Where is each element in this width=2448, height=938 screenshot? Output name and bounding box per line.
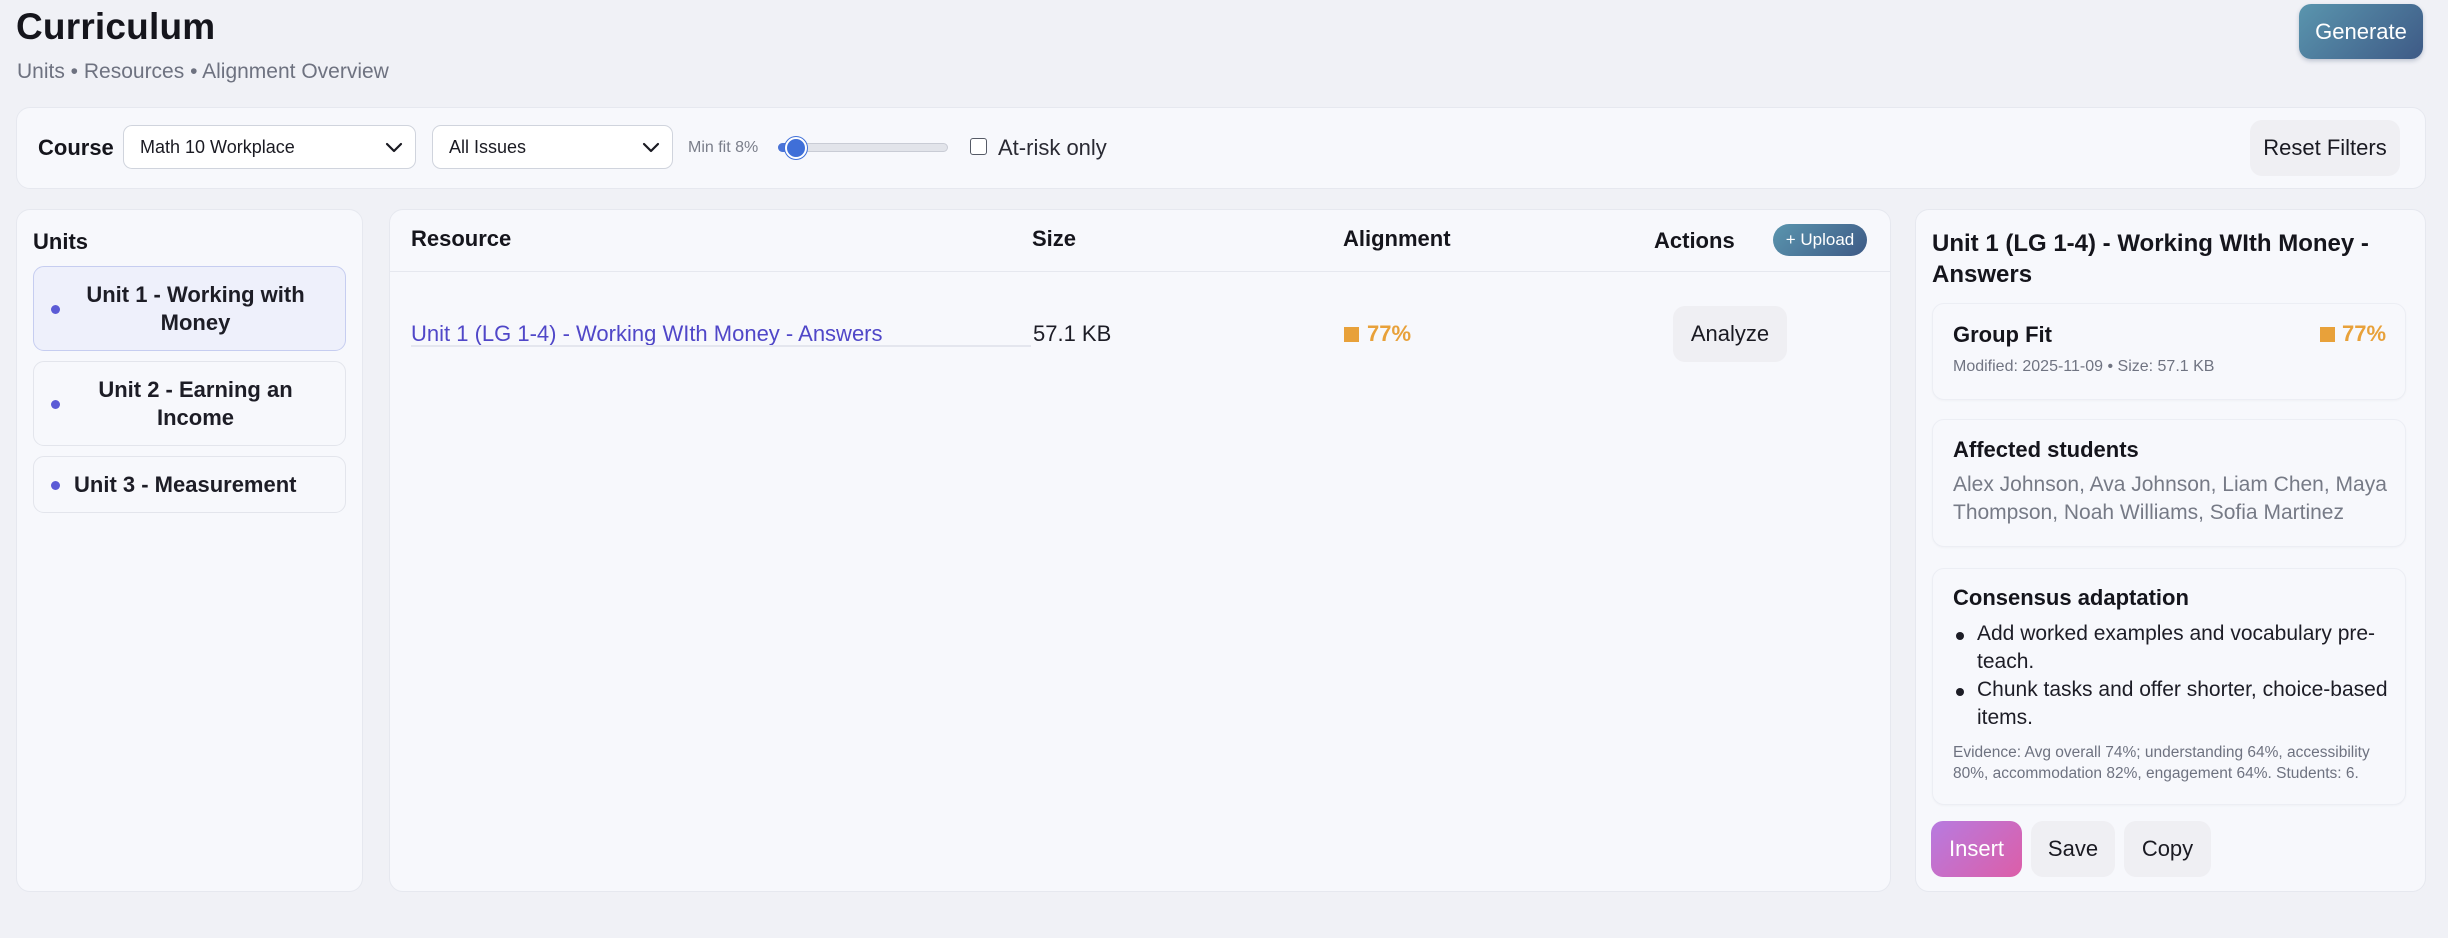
chevron-down-icon — [385, 142, 403, 153]
min-fit-label: Min fit 8% — [688, 139, 759, 156]
dot-icon — [51, 400, 60, 409]
min-fit-slider-thumb[interactable] — [785, 137, 807, 159]
at-risk-checkbox[interactable] — [970, 138, 987, 155]
course-select[interactable]: Math 10 Workplace — [123, 125, 416, 169]
unit-item[interactable]: Unit 2 - Earning an Income — [33, 361, 346, 446]
units-heading: Units — [33, 229, 88, 254]
column-header-resource: Resource — [411, 226, 512, 251]
consensus-label: Consensus adaptation — [1953, 585, 2189, 610]
insert-button[interactable]: Insert — [1931, 821, 2022, 877]
column-header-actions: Actions — [1654, 228, 1735, 253]
upload-button[interactable]: + Upload — [1773, 224, 1867, 256]
issues-select-value: All Issues — [449, 136, 527, 157]
bullet-icon — [1956, 632, 1964, 640]
issues-select[interactable]: All Issues — [432, 125, 673, 169]
unit-label: Unit 3 - Measurement — [74, 471, 297, 497]
square-icon — [2320, 327, 2335, 342]
analyze-button[interactable]: Analyze — [1673, 306, 1787, 362]
resources-panel — [389, 209, 1891, 892]
reset-filters-button[interactable]: Reset Filters — [2250, 120, 2400, 176]
at-risk-label[interactable]: At-risk only — [998, 135, 1107, 161]
unit-item[interactable]: Unit 1 - Working with Money — [33, 266, 346, 351]
generate-button[interactable]: Generate — [2299, 4, 2423, 59]
unit-label: Unit 1 - Working with Money — [86, 281, 305, 335]
alignment-value: 77% — [1367, 321, 1412, 346]
divider — [389, 271, 1891, 272]
column-header-alignment: Alignment — [1343, 226, 1451, 251]
resource-link[interactable]: Unit 1 (LG 1-4) - Working WIth Money - A… — [411, 321, 883, 347]
resource-size: 57.1 KB — [1033, 321, 1112, 346]
column-header-size: Size — [1032, 226, 1077, 251]
course-select-value: Math 10 Workplace — [140, 136, 295, 157]
divider — [411, 345, 1031, 347]
copy-button[interactable]: Copy — [2124, 821, 2211, 877]
chevron-down-icon — [642, 142, 660, 153]
course-label: Course — [38, 135, 114, 160]
consensus-item: Chunk tasks and offer shorter, choice-ba… — [1977, 678, 2388, 729]
unit-item[interactable]: Unit 3 - Measurement — [33, 456, 346, 513]
group-fit-card — [1932, 303, 2406, 400]
affected-students-list: Alex Johnson, Ava Johnson, Liam Chen, Ma… — [1953, 473, 2387, 524]
breadcrumb: Units • Resources • Alignment Overview — [17, 60, 389, 83]
detail-title: Unit 1 (LG 1-4) - Working WIth Money - A… — [1932, 230, 2369, 288]
dot-icon — [51, 481, 60, 490]
page-title: Curriculum — [16, 6, 216, 47]
resource-meta: Modified: 2025-11-09 • Size: 57.1 KB — [1953, 358, 2215, 375]
bullet-icon — [1956, 688, 1964, 696]
save-button[interactable]: Save — [2031, 821, 2115, 877]
dot-icon — [51, 305, 60, 314]
square-icon — [1344, 327, 1359, 342]
group-fit-value: 77% — [2342, 321, 2387, 346]
consensus-item: Add worked examples and vocabulary pre-t… — [1977, 622, 2376, 673]
evidence-text: Evidence: Avg overall 74%; understanding… — [1953, 744, 2370, 782]
group-fit-label: Group Fit — [1953, 322, 2052, 347]
affected-students-label: Affected students — [1953, 437, 2139, 462]
unit-label: Unit 2 - Earning an Income — [98, 376, 293, 430]
